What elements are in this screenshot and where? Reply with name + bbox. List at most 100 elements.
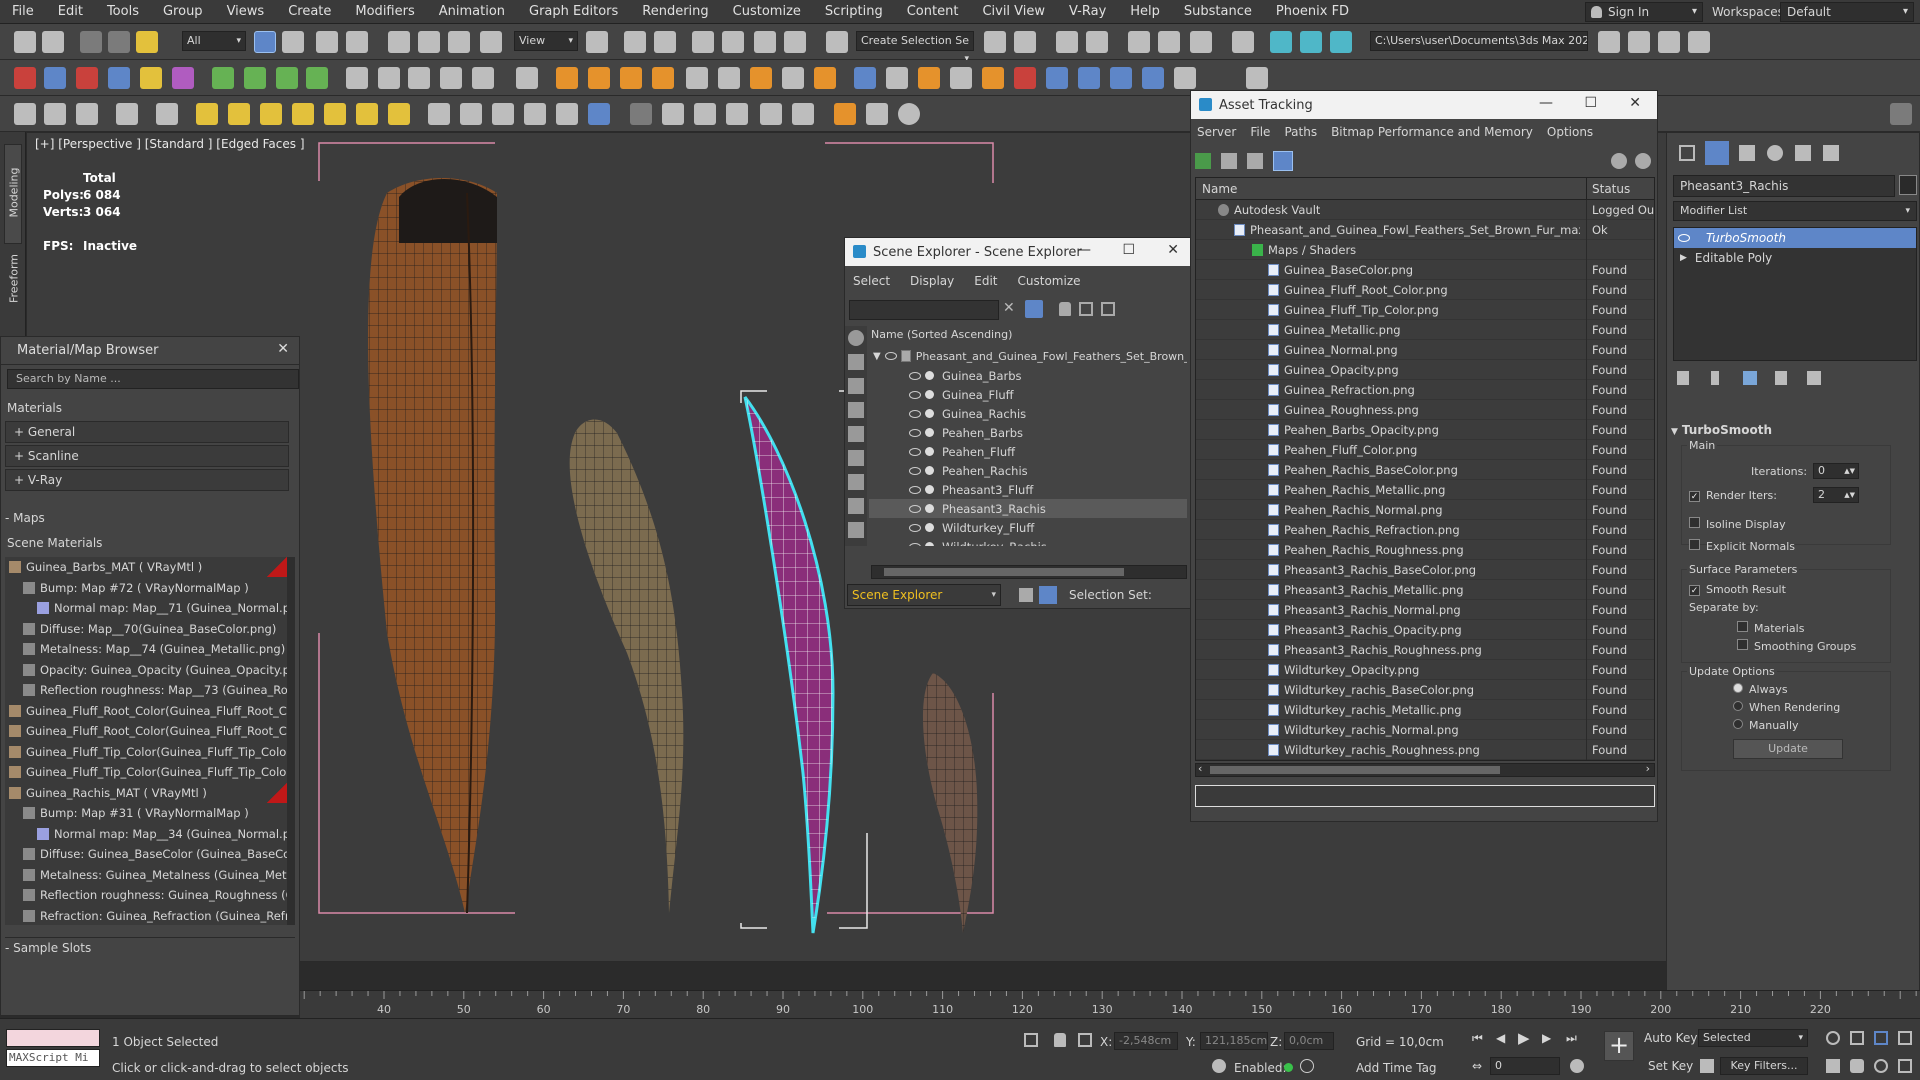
motion-tab-icon[interactable]	[1767, 145, 1783, 161]
schematic-view-icon[interactable]	[1190, 31, 1212, 53]
box-tool-icon[interactable]	[76, 103, 98, 125]
project-set-icon[interactable]	[1688, 31, 1710, 53]
material-tree-item[interactable]: Guinea_Fluff_Root_Color(Guinea_Fluff_Roo…	[5, 701, 291, 722]
pen-icon[interactable]	[1890, 103, 1912, 125]
close-icon[interactable]: ✕	[1629, 95, 1641, 111]
eye-icon[interactable]	[909, 371, 921, 380]
vray-render-icon[interactable]	[44, 67, 66, 89]
grass-icon[interactable]	[556, 103, 578, 125]
display-spacewarps-icon[interactable]	[848, 474, 864, 490]
scene-object-row[interactable]: Guinea_Rachis	[869, 404, 1187, 423]
update-button[interactable]: Update	[1733, 739, 1843, 759]
display-shapes-icon[interactable]	[848, 378, 864, 394]
isoline-display-checkbox[interactable]: Isoline Display	[1689, 517, 1786, 531]
eye-icon[interactable]	[884, 352, 897, 360]
close-icon[interactable]: ✕	[1167, 242, 1179, 258]
transform-icon[interactable]	[588, 103, 610, 125]
material-tree-item[interactable]: Guinea_Rachis_MAT ( VRayMtl )	[5, 782, 291, 804]
scene-explorer-menu-customize[interactable]: Customize	[1018, 274, 1081, 288]
menu-animation[interactable]: Animation	[427, 4, 517, 19]
z-coordinate-field[interactable]: 0,0cm	[1284, 1032, 1334, 1050]
spinner-snap-icon[interactable]	[784, 31, 806, 53]
turbosmooth-rollout-header[interactable]: ▼ TurboSmooth	[1671, 423, 1911, 437]
eye-icon[interactable]	[909, 428, 921, 437]
eye-icon[interactable]	[909, 409, 921, 418]
maximize-icon[interactable]: ☐	[1584, 95, 1597, 111]
zoom-extents-all-icon[interactable]	[1898, 1031, 1912, 1045]
smooth-result-checkbox[interactable]: ✓ Smooth Result	[1689, 583, 1786, 596]
group-general[interactable]: + General	[5, 421, 289, 443]
play-icon[interactable]	[346, 67, 368, 89]
clear-search-icon[interactable]: ✕	[1003, 300, 1015, 316]
current-frame-field[interactable]: 0	[1490, 1057, 1560, 1075]
asset-tracking-menu-file[interactable]: File	[1250, 125, 1270, 139]
workspace-dropdown[interactable]: Default ▾	[1780, 2, 1914, 22]
material-render-icon[interactable]	[760, 103, 782, 125]
vray-proxy-icon[interactable]	[212, 67, 234, 89]
select-by-name-icon[interactable]	[282, 31, 304, 53]
sign-in-button[interactable]: Sign In ▾	[1585, 2, 1703, 22]
phoenix-cup-icon[interactable]	[950, 67, 972, 89]
pivot-center-icon[interactable]	[586, 31, 608, 53]
pin-stack-icon[interactable]	[1677, 371, 1689, 385]
group-vray[interactable]: + V-Ray	[5, 469, 289, 491]
previous-frame-icon[interactable]: ◀	[1496, 1031, 1505, 1045]
always-radio[interactable]: Always	[1733, 683, 1788, 696]
set-key-big-icon[interactable]: +	[1604, 1031, 1634, 1061]
list-view-icon[interactable]	[866, 103, 888, 125]
absolute-mode-icon[interactable]	[1078, 1033, 1092, 1047]
menu-content[interactable]: Content	[895, 4, 971, 19]
display-all-icon[interactable]	[848, 330, 864, 346]
freeform-tab-label[interactable]: Freeform	[8, 239, 21, 319]
project-new-icon[interactable]	[1658, 31, 1680, 53]
make-unique-icon[interactable]	[1743, 371, 1757, 385]
scroll-left-icon[interactable]: ‹	[1198, 762, 1202, 775]
stop-icon[interactable]	[408, 67, 430, 89]
material-list-scrollbar[interactable]	[287, 557, 295, 925]
isolate-selection-icon[interactable]	[1024, 1033, 1038, 1047]
render-setup-icon[interactable]	[1270, 31, 1292, 53]
scene-explorer-search-input[interactable]	[849, 300, 999, 320]
sphere-tool-icon[interactable]	[44, 103, 66, 125]
light-sky-icon[interactable]	[292, 103, 314, 125]
vray-sphere-icon[interactable]	[306, 67, 328, 89]
display-cameras-icon[interactable]	[848, 426, 864, 442]
material-search-input[interactable]: Search by Name ...	[7, 369, 299, 389]
sunburst-icon[interactable]	[388, 103, 410, 125]
menu-civil-view[interactable]: Civil View	[970, 4, 1057, 19]
name-column-header[interactable]: Name	[1202, 182, 1237, 196]
materials-header[interactable]: Materials	[7, 401, 62, 415]
scene-object-row[interactable]: Guinea_Fluff	[869, 385, 1187, 404]
help-icon[interactable]	[898, 103, 920, 125]
material-tree-item[interactable]: Guinea_Barbs_MAT ( VRayMtl )	[5, 557, 291, 578]
display-lights-icon[interactable]	[848, 402, 864, 418]
scene-object-row[interactable]: Wildturkey_Fluff	[869, 518, 1187, 537]
phoenix-fire-icon[interactable]	[556, 67, 578, 89]
scene-object-row[interactable]: Wildturkey_Rachis	[869, 537, 1187, 546]
render-production-icon[interactable]	[1330, 31, 1352, 53]
scene-object-row[interactable]: Peahen_Fluff	[869, 442, 1187, 461]
material-tree-item[interactable]: Diffuse: Guinea_BaseColor (Guinea_BaseCo…	[5, 844, 291, 865]
status-column-header[interactable]: Status	[1592, 182, 1630, 196]
phoenix-grid-icon[interactable]	[686, 67, 708, 89]
window-crossing-icon[interactable]	[346, 31, 368, 53]
selection-lock-icon[interactable]	[1054, 1033, 1066, 1047]
phoenix-torch-icon[interactable]	[982, 67, 1004, 89]
key-filters-icon[interactable]	[1700, 1059, 1714, 1073]
material-tree-item[interactable]: Bump: Map #31 ( VRayNormalMap )	[5, 803, 291, 824]
column-divider[interactable]	[1586, 178, 1587, 200]
material-tree-item[interactable]: Opacity: Guinea_Opacity (Guinea_Opacity.…	[5, 660, 291, 681]
material-sphere-icon[interactable]	[630, 103, 652, 125]
phoenix-brush-icon[interactable]	[814, 67, 836, 89]
phoenix-waves-icon[interactable]	[1078, 67, 1100, 89]
material-tree-item[interactable]: Guinea_Fluff_Root_Color(Guinea_Fluff_Roo…	[5, 721, 291, 742]
smoothing-groups-checkbox[interactable]: Smoothing Groups	[1737, 639, 1856, 653]
pan-icon[interactable]	[1850, 1059, 1864, 1073]
material-tree-item[interactable]: Diffuse: Map__70(Guinea_BaseColor.png)	[5, 619, 291, 640]
menu-create[interactable]: Create	[276, 4, 343, 19]
ribbon-icon[interactable]	[1128, 31, 1150, 53]
scale-icon[interactable]	[448, 31, 470, 53]
time-config-icon[interactable]	[1570, 1059, 1584, 1073]
menu-edit[interactable]: Edit	[46, 4, 95, 19]
track-bar[interactable]: 40 50 60 70 80 90 100 110 120 130 140 150 160 170 180 1…	[300, 990, 1920, 1018]
